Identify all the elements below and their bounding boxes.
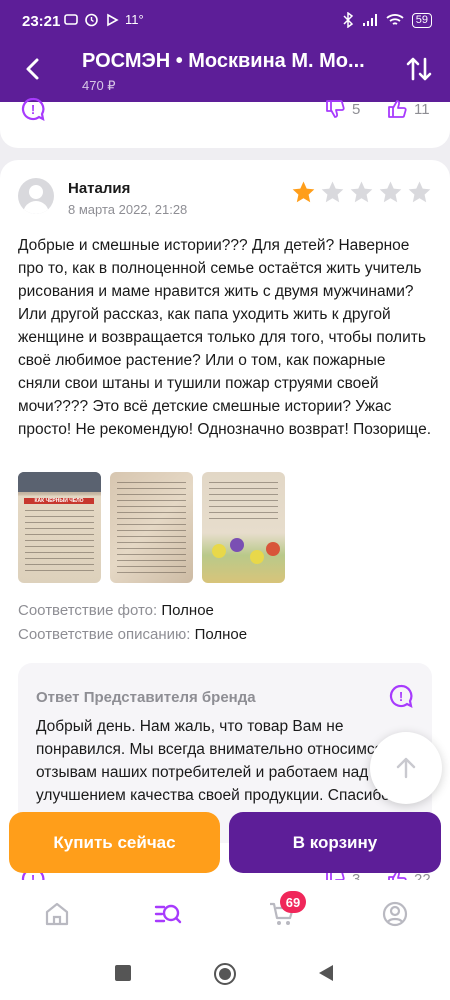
description-match: Соответствие описанию: Полное bbox=[18, 626, 247, 643]
review-date: 8 марта 2022, 21:28 bbox=[68, 202, 188, 217]
star-empty-icon bbox=[350, 181, 373, 203]
catalog-search-icon[interactable] bbox=[154, 900, 182, 928]
profile-icon[interactable] bbox=[381, 900, 409, 928]
product-price: 470 ₽ bbox=[82, 78, 116, 93]
like-button[interactable]: 11 bbox=[386, 98, 430, 120]
avatar bbox=[18, 178, 54, 214]
message-icon bbox=[64, 13, 78, 25]
description-match-value: Полное bbox=[194, 626, 248, 643]
play-icon bbox=[107, 13, 119, 26]
back-arrow-icon[interactable] bbox=[18, 54, 48, 84]
product-title: РОСМЭН • Москвина М. Мо... bbox=[82, 50, 365, 72]
cart-badge: 69 bbox=[280, 891, 306, 913]
recents-icon[interactable] bbox=[114, 964, 132, 982]
scroll-to-top-button[interactable] bbox=[370, 732, 442, 804]
photo-page-title: КАК ЧЕРНЫЙ ЧЕЛО bbox=[24, 498, 94, 504]
description-match-label: Соответствие описанию: bbox=[18, 626, 191, 643]
svg-text:!: ! bbox=[31, 102, 35, 117]
star-empty-icon bbox=[379, 181, 402, 203]
status-bar: 23:21 11° 59 bbox=[0, 0, 450, 40]
review-photo[interactable] bbox=[110, 472, 193, 583]
bottom-nav bbox=[0, 880, 450, 950]
review-text: Добрые и смешные истории??? Для детей? Н… bbox=[18, 237, 432, 438]
review-card: Наталия 8 марта 2022, 21:28 Добрые и сме… bbox=[0, 160, 450, 920]
review-photo[interactable] bbox=[202, 472, 285, 583]
photo-match: Соответствие фото: Полное bbox=[18, 602, 214, 619]
purchase-actions: Купить сейчас В корзину bbox=[0, 812, 450, 876]
battery-indicator: 59 bbox=[411, 12, 432, 28]
question-icon[interactable]: ! bbox=[388, 683, 414, 709]
star-empty-icon bbox=[321, 181, 344, 203]
question-icon[interactable]: ! bbox=[20, 96, 46, 122]
review-photos: КАК ЧЕРНЫЙ ЧЕЛО bbox=[18, 472, 285, 583]
review-author: Наталия bbox=[68, 180, 131, 197]
buy-now-button[interactable]: Купить сейчас bbox=[9, 812, 220, 873]
status-time: 23:21 bbox=[22, 13, 61, 30]
status-temperature: 11° bbox=[125, 12, 144, 27]
svg-text:!: ! bbox=[399, 689, 403, 704]
bluetooth-icon bbox=[343, 12, 353, 28]
dislike-button[interactable]: 5 bbox=[324, 98, 360, 120]
photo-match-label: Соответствие фото: bbox=[18, 602, 158, 619]
thumbs-up-icon bbox=[388, 100, 407, 118]
home-button-icon[interactable] bbox=[213, 962, 237, 986]
like-count: 11 bbox=[414, 100, 430, 118]
dislike-count: 5 bbox=[352, 100, 361, 118]
thumbs-down-icon bbox=[326, 100, 345, 118]
review-photo[interactable]: КАК ЧЕРНЫЙ ЧЕЛО bbox=[18, 472, 101, 583]
star-empty-icon bbox=[408, 181, 431, 203]
photo-match-value: Полное bbox=[161, 602, 214, 619]
home-icon[interactable] bbox=[43, 900, 71, 928]
arrow-up-icon bbox=[396, 757, 416, 779]
wifi-icon bbox=[386, 14, 404, 25]
app-header: РОСМЭН • Москвина М. Мо... 470 ₽ bbox=[0, 40, 450, 102]
previous-review-card: ! 5 11 bbox=[0, 97, 450, 148]
brand-answer-heading: Ответ Представителя бренда bbox=[36, 689, 256, 706]
signal-icon bbox=[362, 14, 377, 26]
sort-icon[interactable] bbox=[404, 54, 434, 84]
back-button-icon[interactable] bbox=[317, 963, 335, 983]
alarm-icon bbox=[85, 13, 98, 27]
add-to-cart-button[interactable]: В корзину bbox=[229, 812, 441, 873]
system-nav-bar bbox=[0, 950, 450, 1000]
star-filled-icon bbox=[292, 181, 315, 203]
rating-stars bbox=[291, 180, 432, 205]
